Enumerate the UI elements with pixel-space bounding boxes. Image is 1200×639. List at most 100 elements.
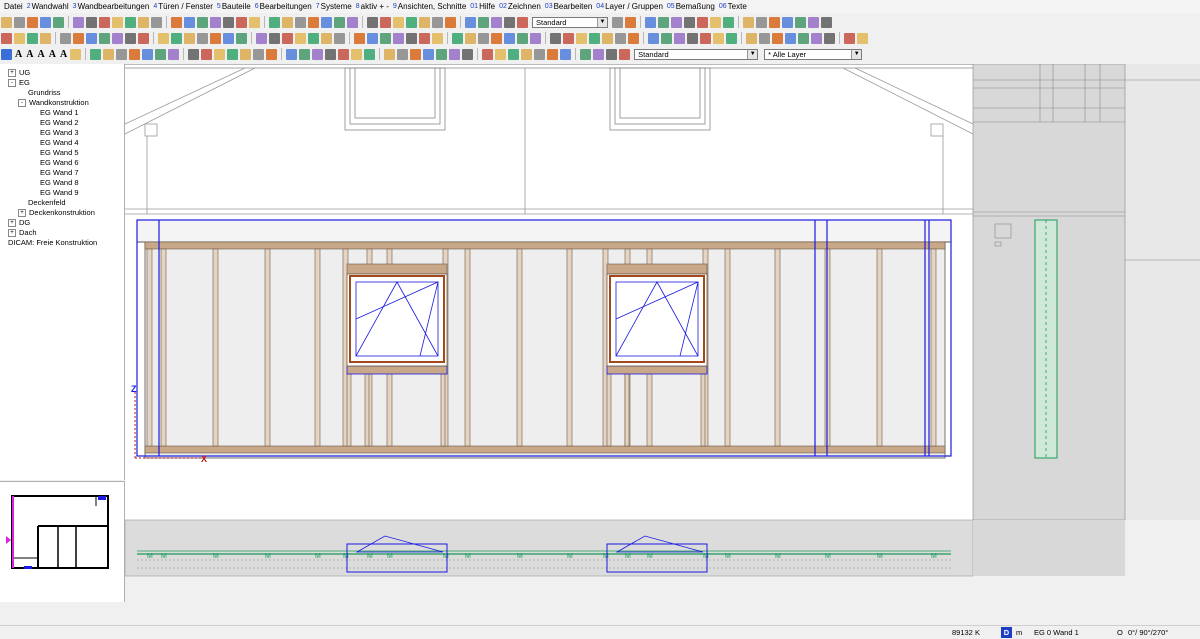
toolbar-tool-icon[interactable] (125, 16, 136, 28)
toolbar-tool-icon[interactable] (351, 48, 363, 60)
toolbar-tool-icon[interactable] (530, 32, 541, 44)
toolbar-tool-icon[interactable] (223, 32, 234, 44)
toolbar-tool-icon[interactable] (354, 32, 365, 44)
toolbar-tool-icon[interactable] (658, 16, 669, 28)
tree-item[interactable]: EG Wand 7 (40, 168, 79, 178)
toolbar-tool-icon[interactable] (824, 32, 835, 44)
toolbar-tool-icon[interactable] (40, 32, 51, 44)
toolbar-tool-icon[interactable] (151, 16, 162, 28)
toolbar-tool-icon[interactable] (240, 48, 252, 60)
toolbar-tool-icon[interactable] (491, 32, 502, 44)
menu-item[interactable]: Datei (4, 2, 23, 11)
toolbar-tool-icon[interactable] (171, 32, 182, 44)
toolbar-tool-icon[interactable] (27, 32, 38, 44)
toolbar-tool-icon[interactable] (700, 32, 711, 44)
toolbar-tool-icon[interactable] (334, 32, 345, 44)
toolbar-tool-icon[interactable] (266, 48, 278, 60)
style-select[interactable]: Standard ▼ (532, 16, 608, 28)
toolbar-tool-icon[interactable] (142, 48, 154, 60)
tree-item[interactable]: EG Wand 9 (40, 188, 79, 198)
toolbar-tool-icon[interactable] (253, 48, 265, 60)
menu-item[interactable]: 04 Layer / Gruppen (596, 2, 663, 11)
toolbar-tool-icon[interactable] (769, 16, 780, 28)
toolbar-tool-icon[interactable] (606, 48, 618, 60)
tree-item[interactable]: EG Wand 1 (40, 108, 79, 118)
menu-item[interactable]: 3 Wandbearbeitungen (73, 2, 150, 11)
text-style-button[interactable]: A (37, 49, 44, 60)
toolbar-tool-icon[interactable] (697, 16, 708, 28)
toolbar-tool-icon[interactable] (168, 48, 180, 60)
toolbar-tool-icon[interactable] (138, 16, 149, 28)
toolbar-tool-icon[interactable] (615, 32, 626, 44)
toolbar-tool-icon[interactable] (478, 32, 489, 44)
toolbar-tool-icon[interactable] (811, 32, 822, 44)
chevron-down-icon[interactable]: ▼ (851, 49, 862, 59)
toolbar-tool-icon[interactable] (73, 32, 84, 44)
toolbar-tool-icon[interactable] (449, 48, 461, 60)
toolbar-tool-icon[interactable] (645, 16, 656, 28)
text-style-button[interactable]: A (60, 49, 67, 60)
tree-item[interactable]: DICAM: Freie Konstruktion (8, 238, 97, 248)
tree-item[interactable]: EG Wand 4 (40, 138, 79, 148)
toolbar-tool-icon[interactable] (236, 16, 247, 28)
toolbar-tool-icon[interactable] (286, 48, 298, 60)
toolbar-tool-icon[interactable] (321, 32, 332, 44)
menu-item[interactable]: 2 Wandwahl (27, 2, 69, 11)
toolbar-tool-icon[interactable] (86, 32, 97, 44)
toolbar-tool-icon[interactable] (53, 16, 64, 28)
toolbar-tool-icon[interactable] (70, 48, 82, 60)
menu-item[interactable]: 03 Bearbeiten (545, 2, 593, 11)
toolbar-tool-icon[interactable] (684, 16, 695, 28)
toolbar-tool-icon[interactable] (99, 16, 110, 28)
collapse-icon[interactable]: - (8, 79, 16, 88)
toolbar-tool-icon[interactable] (410, 48, 422, 60)
toolbar-tool-icon[interactable] (798, 32, 809, 44)
collapse-icon[interactable]: - (18, 99, 26, 108)
toolbar-tool-icon[interactable] (214, 48, 226, 60)
expand-icon[interactable]: + (8, 219, 16, 228)
toolbar-tool-icon[interactable] (393, 16, 404, 28)
floor-plan-overview[interactable] (0, 482, 124, 602)
toolbar-tool-icon[interactable] (445, 16, 456, 28)
toolbar-tool-icon[interactable] (648, 32, 659, 44)
toolbar-tool-icon[interactable] (782, 16, 793, 28)
toolbar-tool-icon[interactable] (821, 16, 832, 28)
toolbar-tool-icon[interactable] (432, 32, 443, 44)
toolbar-tool-icon[interactable] (334, 16, 345, 28)
menu-item[interactable]: 7 Systeme (316, 2, 352, 11)
tree-item[interactable]: + DG (8, 218, 30, 228)
toolbar-tool-icon[interactable] (436, 48, 448, 60)
tree-item[interactable]: EG Wand 8 (40, 178, 79, 188)
toolbar-tool-icon[interactable] (576, 32, 587, 44)
toolbar-tool-icon[interactable] (419, 32, 430, 44)
toolbar-tool-icon[interactable] (393, 32, 404, 44)
menu-item[interactable]: 8 aktiv + - (356, 2, 389, 11)
toolbar-tool-icon[interactable] (602, 32, 613, 44)
toolbar-tool-icon[interactable] (423, 48, 435, 60)
toolbar-tool-icon[interactable] (325, 48, 337, 60)
toolbar-tool-icon[interactable] (73, 16, 84, 28)
toolbar-tool-icon[interactable] (129, 48, 141, 60)
text-style-button[interactable]: A (15, 49, 22, 60)
toolbar-tool-icon[interactable] (197, 32, 208, 44)
toolbar-tool-icon[interactable] (197, 16, 208, 28)
layer-select[interactable]: * Alle Layer ▼ (764, 48, 863, 60)
tree-item[interactable]: Deckenfeld (28, 198, 66, 208)
toolbar-tool-icon[interactable] (723, 16, 734, 28)
toolbar-tool-icon[interactable] (625, 16, 636, 28)
toolbar-tool-icon[interactable] (743, 16, 754, 28)
toolbar-tool-icon[interactable] (726, 32, 737, 44)
toolbar-tool-icon[interactable] (534, 48, 546, 60)
chevron-down-icon[interactable]: ▼ (597, 17, 607, 27)
menu-item[interactable]: 5 Bauteile (217, 2, 251, 11)
menu-item[interactable]: 6 Bearbeitungen (255, 2, 312, 11)
toolbar-tool-icon[interactable] (521, 48, 533, 60)
toolbar-tool-icon[interactable] (112, 32, 123, 44)
toolbar-tool-icon[interactable] (1, 32, 12, 44)
toolbar-tool-icon[interactable] (112, 16, 123, 28)
toolbar-tool-icon[interactable] (589, 32, 600, 44)
toolbar-tool-icon[interactable] (171, 16, 182, 28)
menu-item[interactable]: 01 Hilfe (470, 2, 495, 11)
toolbar-tool-icon[interactable] (495, 48, 507, 60)
tree-item[interactable]: + Dach (8, 228, 37, 238)
